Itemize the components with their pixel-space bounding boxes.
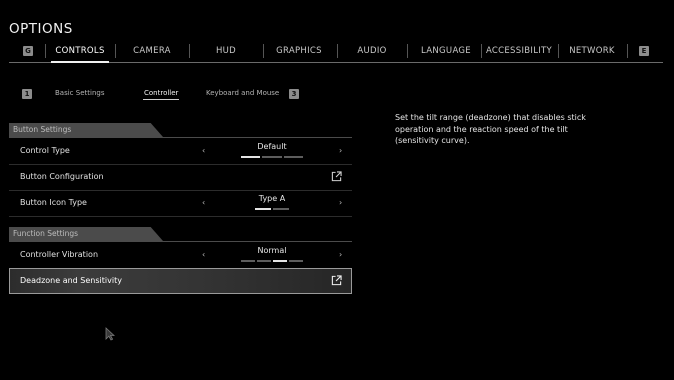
tab-divider <box>337 44 338 58</box>
tab-divider <box>263 44 264 58</box>
setting-label: Control Type <box>20 146 70 155</box>
tab-controls[interactable]: CONTROLS <box>49 40 111 63</box>
section-header-button-settings: Button Settings <box>9 123 163 137</box>
tab-accessibility[interactable]: ACCESSIBILITY <box>483 40 555 62</box>
option-pip <box>273 260 287 262</box>
setting-row-control-type[interactable]: Control Type ‹ Default › <box>9 138 352 165</box>
tab-camera[interactable]: CAMERA <box>121 40 183 62</box>
tab-divider <box>627 44 628 58</box>
section-title: Function Settings <box>13 229 79 238</box>
option-pip <box>255 208 271 210</box>
option-indicator <box>255 208 289 210</box>
chevron-right-icon[interactable]: › <box>339 146 342 155</box>
option-indicator <box>241 156 303 158</box>
option-pip <box>241 260 255 262</box>
subtab-basic-settings[interactable]: Basic Settings <box>55 89 104 97</box>
tab-divider <box>407 44 408 58</box>
setting-description: Set the tilt range (deadzone) that disab… <box>395 113 586 145</box>
mouse-cursor-icon <box>105 327 115 341</box>
tab-divider <box>481 44 482 58</box>
section-header-function-settings: Function Settings <box>9 227 163 241</box>
tab-divider <box>45 44 46 58</box>
page-title: OPTIONS <box>9 21 73 37</box>
next-tab-key-hint[interactable]: E <box>639 46 649 56</box>
chevron-left-icon[interactable]: ‹ <box>202 198 205 207</box>
tab-divider <box>189 44 190 58</box>
setting-label: Deadzone and Sensitivity <box>20 276 122 285</box>
tab-divider <box>115 44 116 58</box>
setting-row-deadzone-and-sensitivity[interactable]: Deadzone and Sensitivity <box>9 268 352 294</box>
setting-row-controller-vibration[interactable]: Controller Vibration ‹ Normal › <box>9 242 352 269</box>
setting-label: Controller Vibration <box>20 250 99 259</box>
option-pip <box>273 208 289 210</box>
top-tab-bar: G CONTROLS CAMERA HUD GRAPHICS AUDIO LAN… <box>9 40 663 63</box>
option-pip <box>241 156 261 158</box>
external-link-icon <box>331 171 342 182</box>
section-title: Button Settings <box>13 125 72 134</box>
option-pip <box>262 156 282 158</box>
setting-value: Default <box>257 142 287 151</box>
tab-graphics[interactable]: GRAPHICS <box>267 40 331 62</box>
setting-value: Type A <box>258 194 286 203</box>
tab-audio[interactable]: AUDIO <box>341 40 403 62</box>
option-pip <box>283 156 303 158</box>
chevron-right-icon[interactable]: › <box>339 198 342 207</box>
chevron-left-icon[interactable]: ‹ <box>202 250 205 259</box>
setting-value: Normal <box>257 246 287 255</box>
external-link-icon <box>331 275 342 286</box>
next-subtab-key-hint[interactable]: 3 <box>289 89 299 99</box>
option-indicator <box>241 260 303 262</box>
setting-label: Button Configuration <box>20 172 104 181</box>
setting-label: Button Icon Type <box>20 198 87 207</box>
chevron-left-icon[interactable]: ‹ <box>202 146 205 155</box>
option-pip <box>289 260 303 262</box>
setting-row-button-configuration[interactable]: Button Configuration <box>9 164 352 191</box>
prev-subtab-key-hint[interactable]: 1 <box>22 89 32 99</box>
subtab-controller[interactable]: Controller <box>142 89 180 100</box>
subtab-keyboard-and-mouse[interactable]: Keyboard and Mouse <box>206 89 279 97</box>
chevron-right-icon[interactable]: › <box>339 250 342 259</box>
tab-network[interactable]: NETWORK <box>560 40 624 62</box>
tab-divider <box>558 44 559 58</box>
prev-tab-key-hint[interactable]: G <box>23 46 33 56</box>
tab-hud[interactable]: HUD <box>195 40 257 62</box>
option-pip <box>257 260 271 262</box>
setting-row-button-icon-type[interactable]: Button Icon Type ‹ Type A › <box>9 190 352 217</box>
tab-language[interactable]: LANGUAGE <box>413 40 479 62</box>
